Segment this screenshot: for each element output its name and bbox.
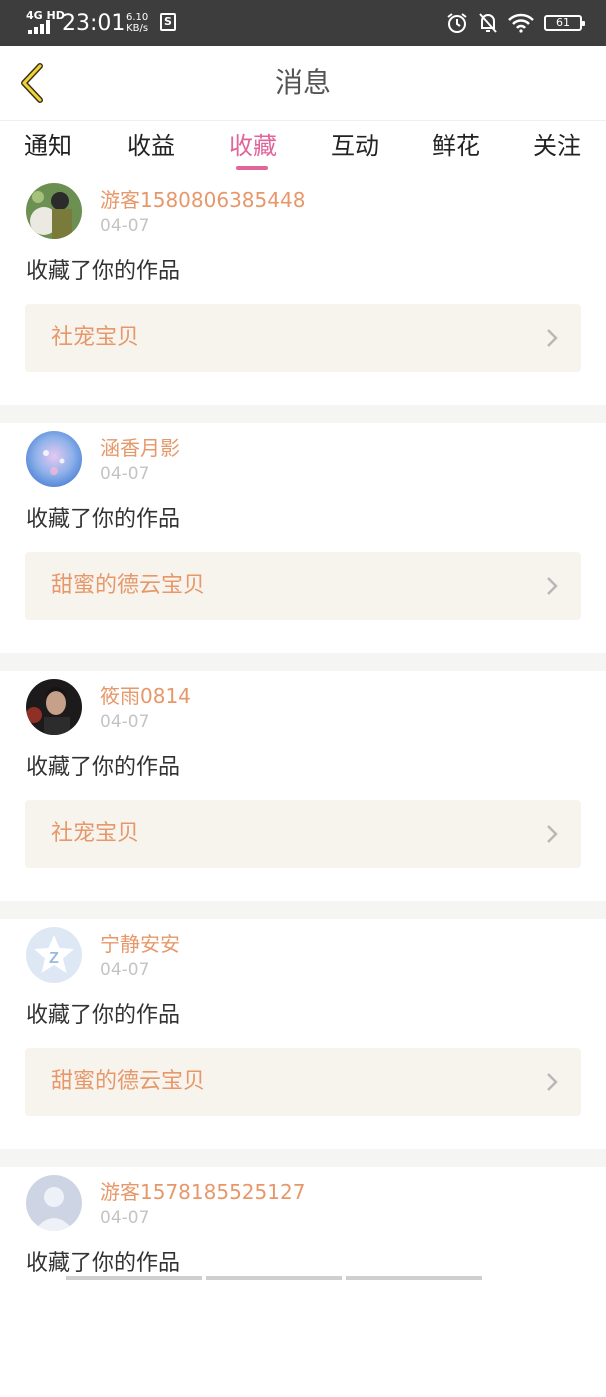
divider bbox=[0, 901, 606, 919]
tab-notifications[interactable]: 通知 bbox=[24, 129, 72, 163]
action-text: 收藏了你的作品 bbox=[26, 755, 181, 780]
date: 04-07 bbox=[100, 464, 150, 484]
svg-text:Z: Z bbox=[49, 950, 59, 967]
tab-favorites[interactable]: 收藏 bbox=[229, 129, 277, 163]
scroll-indicator bbox=[66, 1276, 482, 1280]
work-link[interactable]: 甜蜜的德云宝贝 bbox=[25, 552, 581, 620]
action-text: 收藏了你的作品 bbox=[26, 507, 181, 532]
page-title: 消息 bbox=[274, 66, 331, 99]
avatar[interactable] bbox=[26, 431, 82, 487]
list-item: 游客1578185525127 04-07 收藏了你的作品 bbox=[0, 1167, 606, 1397]
list-item: 游客1580806385448 04-07 收藏了你的作品 社宠宝贝 bbox=[0, 175, 606, 405]
status-icons: 61 bbox=[446, 12, 585, 34]
date: 04-07 bbox=[100, 1208, 150, 1228]
battery-icon: 61 bbox=[544, 15, 585, 31]
s-badge-icon: S bbox=[160, 13, 176, 31]
action-text: 收藏了你的作品 bbox=[26, 1251, 181, 1276]
username[interactable]: 筱雨0814 bbox=[100, 683, 191, 709]
work-link[interactable]: 社宠宝贝 bbox=[25, 304, 581, 372]
notifications-off-icon bbox=[479, 13, 497, 33]
speed-unit: KB/s bbox=[126, 23, 149, 34]
divider bbox=[0, 1149, 606, 1167]
work-title: 社宠宝贝 bbox=[51, 821, 140, 846]
username[interactable]: 涵香月影 bbox=[100, 435, 180, 461]
list-item: 涵香月影 04-07 收藏了你的作品 甜蜜的德云宝贝 bbox=[0, 423, 606, 653]
date: 04-07 bbox=[100, 712, 150, 732]
work-title: 社宠宝贝 bbox=[51, 325, 140, 350]
signal-icon bbox=[28, 20, 50, 34]
network-speed: 6.10 KB/s bbox=[126, 12, 148, 34]
username[interactable]: 宁静安安 bbox=[100, 931, 180, 957]
chevron-right-icon bbox=[547, 1073, 558, 1091]
avatar[interactable]: Z bbox=[26, 927, 82, 983]
status-bar: 4G HD 23:01 6.10 KB/s S 61 bbox=[0, 0, 606, 46]
username[interactable]: 游客1578185525127 bbox=[100, 1179, 305, 1205]
action-text: 收藏了你的作品 bbox=[26, 259, 181, 284]
work-link[interactable]: 社宠宝贝 bbox=[25, 800, 581, 868]
message-list: 游客1580806385448 04-07 收藏了你的作品 社宠宝贝 涵香月影 … bbox=[0, 175, 606, 1397]
avatar[interactable] bbox=[26, 679, 82, 735]
chevron-right-icon bbox=[547, 825, 558, 843]
username[interactable]: 游客1580806385448 bbox=[100, 187, 305, 213]
divider bbox=[0, 653, 606, 671]
avatar[interactable] bbox=[26, 183, 82, 239]
tab-flowers[interactable]: 鲜花 bbox=[432, 129, 480, 163]
tab-following[interactable]: 关注 bbox=[533, 129, 581, 163]
clock: 23:01 bbox=[62, 11, 126, 36]
date: 04-07 bbox=[100, 960, 150, 980]
avatar[interactable] bbox=[26, 1175, 82, 1231]
tab-interactions[interactable]: 互动 bbox=[331, 129, 379, 163]
work-title: 甜蜜的德云宝贝 bbox=[51, 1069, 206, 1094]
date: 04-07 bbox=[100, 216, 150, 236]
chevron-right-icon bbox=[547, 577, 558, 595]
tab-earnings[interactable]: 收益 bbox=[127, 129, 175, 163]
action-text: 收藏了你的作品 bbox=[26, 1003, 181, 1028]
list-item: 筱雨0814 04-07 收藏了你的作品 社宠宝贝 bbox=[0, 671, 606, 901]
alarm-icon bbox=[447, 13, 467, 33]
work-link[interactable]: 甜蜜的德云宝贝 bbox=[25, 1048, 581, 1116]
header: 消息 bbox=[0, 46, 606, 121]
list-item: Z 宁静安安 04-07 收藏了你的作品 甜蜜的德云宝贝 bbox=[0, 919, 606, 1149]
speed-value: 6.10 bbox=[126, 12, 149, 23]
chevron-right-icon bbox=[547, 329, 558, 347]
tab-bar: 通知 收益 收藏 互动 鲜花 关注 bbox=[0, 121, 606, 175]
divider bbox=[0, 405, 606, 423]
wifi-icon bbox=[508, 13, 534, 33]
active-tab-indicator bbox=[236, 166, 268, 170]
work-title: 甜蜜的德云宝贝 bbox=[51, 573, 206, 598]
